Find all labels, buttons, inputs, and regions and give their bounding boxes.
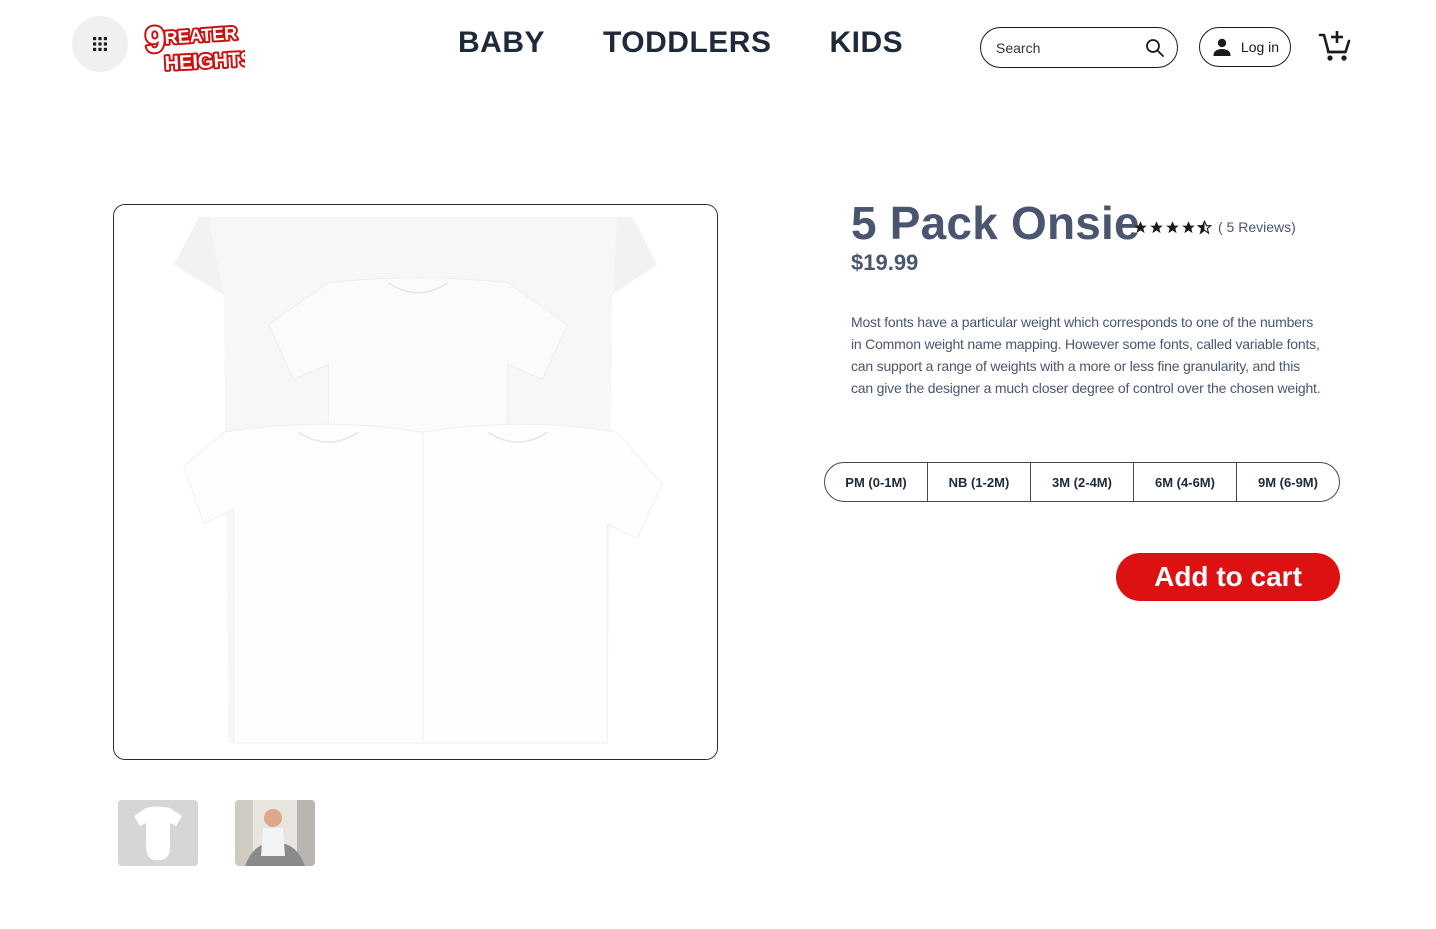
login-label: Log in: [1240, 39, 1280, 55]
menu-button[interactable]: [72, 16, 128, 72]
svg-text:9: 9: [145, 20, 165, 60]
login-button[interactable]: Log in: [1199, 27, 1291, 67]
user-icon: [1213, 38, 1231, 56]
size-option-3m[interactable]: 3M (2-4M): [1031, 463, 1134, 501]
product-title: 5 Pack Onsie: [851, 197, 1140, 249]
svg-text:REATER: REATER: [164, 23, 238, 48]
reviews-link[interactable]: ( 5 Reviews): [1218, 219, 1296, 235]
product-rating[interactable]: ( 5 Reviews): [1133, 219, 1296, 235]
star-icon: [1182, 220, 1195, 233]
size-option-pm[interactable]: PM (0-1M): [825, 463, 928, 501]
nav-baby[interactable]: BABY: [458, 26, 545, 60]
cart-add-icon[interactable]: [1318, 28, 1354, 64]
add-to-cart-button[interactable]: Add to cart: [1116, 553, 1340, 601]
star-rating: [1133, 219, 1212, 235]
size-option-nb[interactable]: NB (1-2M): [928, 463, 1031, 501]
star-icon: [1166, 220, 1179, 233]
product-price: $19.99: [851, 250, 919, 275]
nav-kids[interactable]: KIDS: [829, 26, 903, 60]
star-icon: [1150, 220, 1163, 233]
product-main-image[interactable]: [113, 204, 718, 760]
star-icon: [1134, 220, 1147, 233]
size-option-9m[interactable]: 9M (6-9M): [1237, 463, 1339, 501]
onesie-stack-image: [114, 205, 717, 759]
search-icon[interactable]: [1145, 38, 1165, 58]
svg-text:HEIGHTS: HEIGHTS: [164, 48, 245, 75]
size-selector: PM (0-1M) NB (1-2M) 3M (2-4M) 6M (4-6M) …: [824, 462, 1340, 502]
thumbnail-baby-photo[interactable]: [235, 800, 315, 866]
size-option-6m[interactable]: 6M (4-6M): [1134, 463, 1237, 501]
brand-logo[interactable]: 9 REATER HEIGHTS: [143, 17, 256, 78]
nav-toddlers[interactable]: TODDLERS: [603, 26, 771, 60]
search-input[interactable]: [996, 39, 1145, 56]
product-description: Most fonts have a particular weight whic…: [851, 314, 1321, 396]
grid-icon: [93, 37, 107, 51]
search-box: [980, 27, 1178, 68]
main-nav: BABY TODDLERS KIDS: [458, 26, 903, 60]
thumbnail-onesie[interactable]: [118, 800, 198, 866]
star-half-icon: [1197, 219, 1212, 234]
